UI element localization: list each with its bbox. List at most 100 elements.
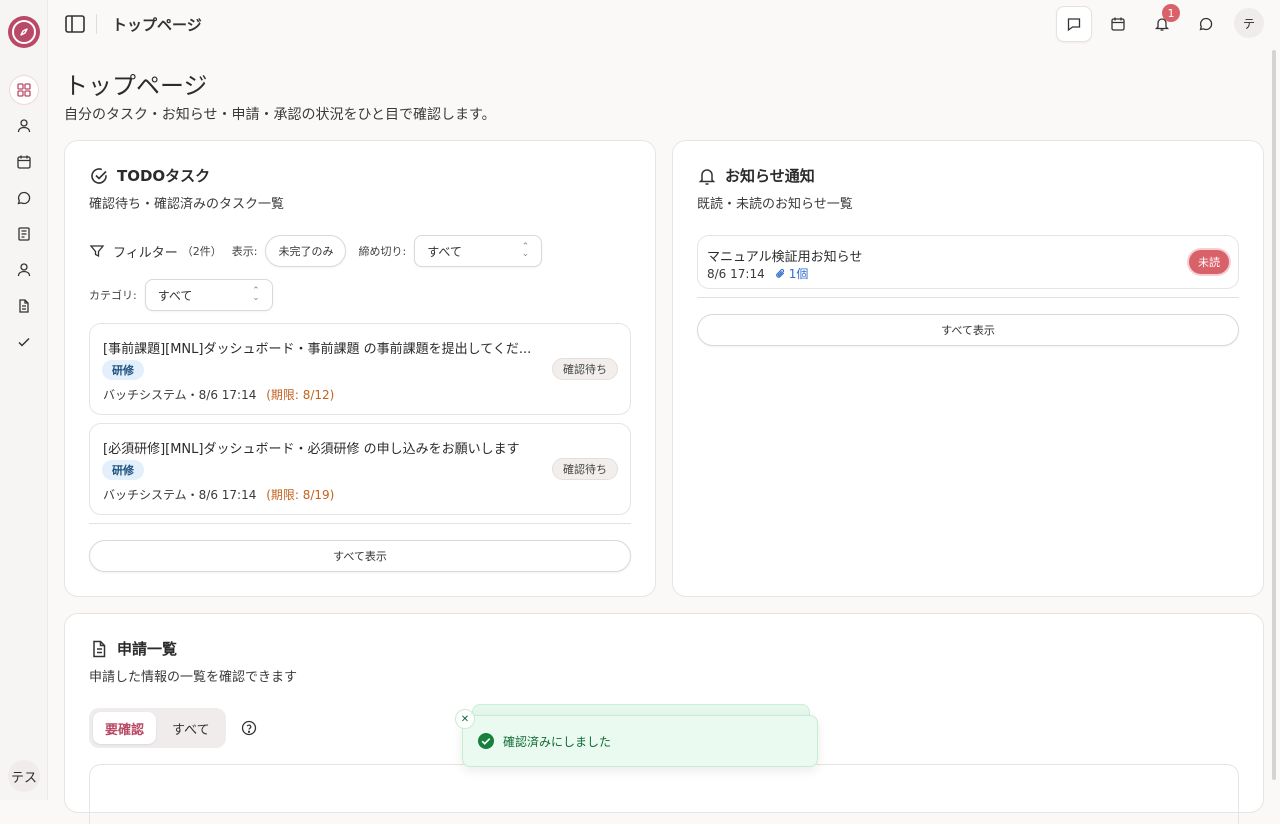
applications-card-title: 申請一覧 [89,638,177,659]
task-due: (期限: 8/19) [266,488,335,502]
chevrons-up-down-icon: ⌃ ⌄ [521,242,530,259]
toast-close-button[interactable]: ✕ [455,709,475,729]
messages-button[interactable] [1056,6,1092,42]
status-badge: 確認待ち [552,358,618,380]
app-logo[interactable] [8,16,40,48]
category-tag: 研修 [102,460,144,480]
bell-icon [698,168,716,185]
scrollbar[interactable] [1271,48,1277,788]
todo-card-title: TODOタスク [89,165,210,186]
notices-card: お知らせ通知 既読・未読のお知らせ一覧 マニュアル検証用お知らせ 8/6 17:… [672,140,1264,597]
notice-date: 8/6 17:14 [707,266,765,281]
sidebar-toggle-icon[interactable] [64,13,86,35]
person-icon [17,263,31,277]
task-meta-source: バッチシステム・8/6 17:14 [103,488,257,502]
display-label: 表示: [231,245,258,258]
dashboard-icon [17,83,31,97]
category-tag: 研修 [102,360,144,380]
task-item[interactable]: [必須研修][MNL]ダッシュボード・必須研修 の申し込みをお願いします 研修 … [89,423,631,515]
task-due: (期限: 8/12) [266,388,335,402]
filter-label: フィルター [113,245,178,261]
filter-icon [89,245,105,258]
page-subtitle: 自分のタスク・お知らせ・申請・承認の状況をひと目で確認します。 [64,107,496,123]
chat-button[interactable] [1188,6,1224,42]
sidebar-item-person[interactable] [10,256,38,284]
applications-subtitle: 申請した情報の一覧を確認できます [89,670,298,685]
scrollbar-thumb[interactable] [1272,50,1276,780]
attachment-count[interactable]: 1個 [775,265,809,282]
task-meta: バッチシステム・8/6 17:14 (期限: 8/19) [103,486,334,503]
task-item[interactable]: [事前課題][MNL]ダッシュボード・事前課題 の事前課題を提出してくだ... … [89,323,631,415]
user-icon [17,119,31,133]
todo-show-all-button[interactable]: すべて表示 [89,540,631,572]
account-avatar[interactable]: テ [1234,8,1264,38]
applications-title-text: 申請一覧 [117,640,178,658]
category-select[interactable]: すべて ⌃ ⌄ [144,279,273,311]
divider [96,14,97,34]
close-icon: ✕ [460,713,470,725]
sidebar-item-calendar[interactable] [10,148,38,176]
category-label: カテゴリ: [89,289,137,302]
tab-all[interactable]: すべて [160,712,222,744]
notice-title: マニュアル検証用お知らせ [707,250,863,265]
notices-subtitle: 既読・未読のお知らせ一覧 [697,197,853,212]
filter-count: （2件） [181,245,222,258]
paperclip-icon [775,268,784,278]
task-meta: バッチシステム・8/6 17:14 (期限: 8/12) [103,386,334,403]
check-circle-icon [478,733,494,749]
notice-item[interactable]: マニュアル検証用お知らせ 8/6 17:14 1個 未読 [697,235,1239,289]
calendar-button[interactable] [1100,6,1136,42]
sidebar-item-chat[interactable] [10,184,38,212]
chat-icon [17,191,31,205]
user-avatar[interactable]: テス [8,760,40,792]
todo-filter-row: フィルター （2件） 表示: 未完了のみ 締め切り: すべて ⌃ ⌄ [89,235,543,267]
todo-subtitle: 確認待ち・確認済みのタスク一覧 [89,197,285,212]
divider [697,297,1239,298]
todo-title-text: TODOタスク [117,167,211,185]
sidebar-item-check[interactable] [10,328,38,356]
check-circle-icon [91,167,107,184]
deadline-select-value: すべて [427,244,462,259]
document-icon [19,299,29,313]
applications-list [89,764,1239,824]
top-bar: トップページ 1 テ [48,0,1280,48]
chat-icon [1199,17,1213,31]
notices-show-all-button[interactable]: すべて表示 [697,314,1239,346]
calendar-icon [1111,17,1125,31]
sidebar-item-document[interactable] [10,292,38,320]
display-filter-button[interactable]: 未完了のみ [265,235,347,267]
compass-icon [12,20,36,44]
notifications-button[interactable]: 1 [1144,4,1180,42]
notices-title-text: お知らせ通知 [725,167,815,185]
notices-card-title: お知らせ通知 [697,165,815,186]
todo-card: TODOタスク 確認待ち・確認済みのタスク一覧 フィルター （2件） 表示: 未… [64,140,656,597]
sidebar-item-user[interactable] [10,112,38,140]
attachment-count-text: 1個 [788,267,809,281]
applications-tabs: 要確認 すべて [89,708,226,748]
task-title: [事前課題][MNL]ダッシュボード・事前課題 の事前課題を提出してくだ... [103,342,532,357]
sidebar-item-dashboard[interactable] [10,76,38,104]
status-badge: 確認待ち [552,458,618,480]
sidebar-item-book[interactable] [10,220,38,248]
success-toast: 確認済みにしました [462,715,818,767]
task-title: [必須研修][MNL]ダッシュボード・必須研修 の申し込みをお願いします [103,442,520,457]
page-title: トップページ [64,72,208,100]
category-select-value: すべて [157,288,193,303]
breadcrumb-title: トップページ [112,16,202,34]
deadline-label: 締め切り: [358,245,407,258]
unread-badge: 未読 [1189,250,1229,274]
tab-needs-review[interactable]: 要確認 [93,712,157,744]
divider [89,523,631,524]
toast-message: 確認済みにしました [503,734,612,749]
help-circle-icon[interactable] [241,720,257,736]
category-filter-row: カテゴリ: すべて ⌃ ⌄ [89,279,273,311]
file-text-icon [93,640,106,657]
chevrons-up-down-icon: ⌃ ⌄ [252,286,260,303]
notice-meta: 8/6 17:14 1個 [707,265,808,282]
deadline-select[interactable]: すべて ⌃ ⌄ [414,235,543,267]
sidebar: テス [0,0,48,800]
check-icon [18,337,30,347]
task-meta-source: バッチシステム・8/6 17:14 [103,388,257,402]
book-icon [18,227,30,241]
calendar-icon [17,155,31,169]
